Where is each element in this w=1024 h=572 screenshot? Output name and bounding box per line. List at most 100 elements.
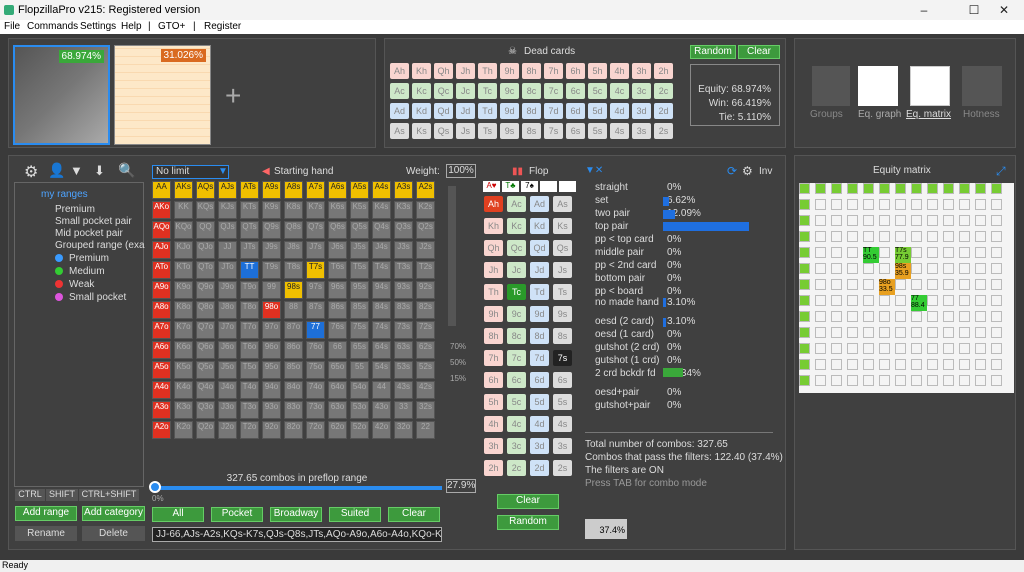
hand-cell[interactable]: 72s: [416, 321, 435, 339]
hand-cell[interactable]: 75o: [306, 361, 325, 379]
hand-cell[interactable]: 63o: [328, 401, 347, 419]
dead-card[interactable]: Tc: [478, 83, 497, 99]
hand-cell[interactable]: 86s: [328, 301, 347, 319]
suited-button[interactable]: Suited: [329, 507, 381, 522]
flop-card[interactable]: 2d: [530, 460, 549, 476]
weight-input[interactable]: 100%: [446, 164, 476, 178]
hand-cell[interactable]: KTs: [240, 201, 259, 219]
range-text-input[interactable]: JJ-66,AJs-A2s,KQs-K7s,QJs-Q8s,JTs,AQo-A9…: [152, 527, 442, 542]
flop-card[interactable]: Th: [484, 284, 503, 300]
hand-cell[interactable]: 62s: [416, 341, 435, 359]
dead-card[interactable]: Qh: [434, 63, 453, 79]
hand-cell[interactable]: J2s: [416, 241, 435, 259]
hand-cell[interactable]: 65o: [328, 361, 347, 379]
menu-file[interactable]: File: [4, 21, 20, 32]
dead-card[interactable]: Kc: [412, 83, 431, 99]
hand-cell[interactable]: QTo: [196, 261, 215, 279]
flop-card[interactable]: 4c: [507, 416, 526, 432]
hand-cell[interactable]: J4s: [372, 241, 391, 259]
hand-cell[interactable]: 96o: [262, 341, 281, 359]
hand-cell[interactable]: K4s: [372, 201, 391, 219]
hand-cell[interactable]: J9s: [262, 241, 281, 259]
hand-cell[interactable]: K5s: [350, 201, 369, 219]
hand-cell[interactable]: 74o: [306, 381, 325, 399]
tree-item[interactable]: Small pocket pair: [55, 216, 132, 227]
menu-settings[interactable]: Settings: [80, 21, 116, 32]
hand-cell[interactable]: J2o: [218, 421, 237, 439]
hand-cell[interactable]: Q3s: [394, 221, 413, 239]
hand-cell[interactable]: K2s: [416, 201, 435, 219]
hand-cell[interactable]: 83s: [394, 301, 413, 319]
flop-card[interactable]: Qs: [553, 240, 572, 256]
ctrl-shift-key[interactable]: CTRL+SHIFT: [79, 489, 139, 501]
hand-cell[interactable]: QTs: [240, 221, 259, 239]
range-slider[interactable]: [152, 486, 442, 490]
dead-card[interactable]: 5d: [588, 103, 607, 119]
hand-cell[interactable]: J3s: [394, 241, 413, 259]
hand-cell[interactable]: K6o: [174, 341, 193, 359]
search-icon[interactable]: 🔍: [118, 162, 135, 179]
flop-card[interactable]: Jd: [530, 262, 549, 278]
hand-cell[interactable]: 73o: [306, 401, 325, 419]
hand-cell[interactable]: QQ: [196, 221, 215, 239]
hand-cell[interactable]: T8o: [240, 301, 259, 319]
menu-commands[interactable]: Commands: [27, 21, 78, 32]
groups-view-label[interactable]: Groups: [810, 109, 843, 120]
hand-cell[interactable]: A9o: [152, 281, 171, 299]
tree-item[interactable]: Mid pocket pair: [55, 228, 123, 239]
hand-cell[interactable]: 88: [284, 301, 303, 319]
dead-card[interactable]: As: [390, 123, 409, 139]
tree-sub[interactable]: Weak: [69, 279, 94, 290]
tree-sub[interactable]: Premium: [69, 253, 109, 264]
flop-card[interactable]: Js: [553, 262, 572, 278]
hand-cell[interactable]: JJ: [218, 241, 237, 259]
hand-cell[interactable]: 84o: [284, 381, 303, 399]
gear-icon[interactable]: ⚙: [24, 162, 38, 182]
hand-cell[interactable]: T4o: [240, 381, 259, 399]
all-button[interactable]: All: [152, 507, 204, 522]
hand-cell[interactable]: AQs: [196, 181, 215, 199]
hand-cell[interactable]: AQo: [152, 221, 171, 239]
hand-cell[interactable]: T6s: [328, 261, 347, 279]
dead-card[interactable]: 4h: [610, 63, 629, 79]
dead-card[interactable]: 9h: [500, 63, 519, 79]
hand-cell[interactable]: T8s: [284, 261, 303, 279]
hand-cell[interactable]: KJo: [174, 241, 193, 259]
dead-card[interactable]: 5c: [588, 83, 607, 99]
filter-red-x-icon[interactable]: ▼✕: [585, 165, 603, 176]
dead-card[interactable]: 9s: [500, 123, 519, 139]
dead-card[interactable]: Kd: [412, 103, 431, 119]
hand-cell[interactable]: K9s: [262, 201, 281, 219]
add-category-button[interactable]: Add category: [82, 506, 145, 521]
hand-cell[interactable]: A6o: [152, 341, 171, 359]
flop-card[interactable]: 6s: [553, 372, 572, 388]
hand-cell[interactable]: Q5o: [196, 361, 215, 379]
flop-card[interactable]: 7c: [507, 350, 526, 366]
add-range-button[interactable]: Add range: [15, 506, 77, 521]
flop-card[interactable]: 3h: [484, 438, 503, 454]
flop-card[interactable]: Qh: [484, 240, 503, 256]
close-button[interactable]: ✕: [984, 0, 1024, 20]
hand-cell[interactable]: K3s: [394, 201, 413, 219]
hand-cell[interactable]: T7s: [306, 261, 325, 279]
hand-cell[interactable]: 98o: [262, 301, 281, 319]
dead-card[interactable]: Jd: [456, 103, 475, 119]
add-range-plus-icon[interactable]: +: [225, 80, 241, 112]
hand-cell[interactable]: J4o: [218, 381, 237, 399]
dead-card[interactable]: Qs: [434, 123, 453, 139]
flop-card[interactable]: Ad: [530, 196, 549, 212]
hand-cell[interactable]: 96s: [328, 281, 347, 299]
menu-help[interactable]: Help: [121, 21, 142, 32]
hand-cell[interactable]: J5o: [218, 361, 237, 379]
hand-cell[interactable]: A7o: [152, 321, 171, 339]
dead-clear-button[interactable]: Clear: [738, 45, 780, 59]
flop-card[interactable]: 6c: [507, 372, 526, 388]
hand-cell[interactable]: A5s: [350, 181, 369, 199]
flop-card[interactable]: 9s: [553, 306, 572, 322]
hand-cell[interactable]: Q9o: [196, 281, 215, 299]
hand-cell[interactable]: 87o: [284, 321, 303, 339]
hand-cell[interactable]: 93s: [394, 281, 413, 299]
dead-card[interactable]: Ad: [390, 103, 409, 119]
hand-cell[interactable]: T9o: [240, 281, 259, 299]
hand-cell[interactable]: T5o: [240, 361, 259, 379]
